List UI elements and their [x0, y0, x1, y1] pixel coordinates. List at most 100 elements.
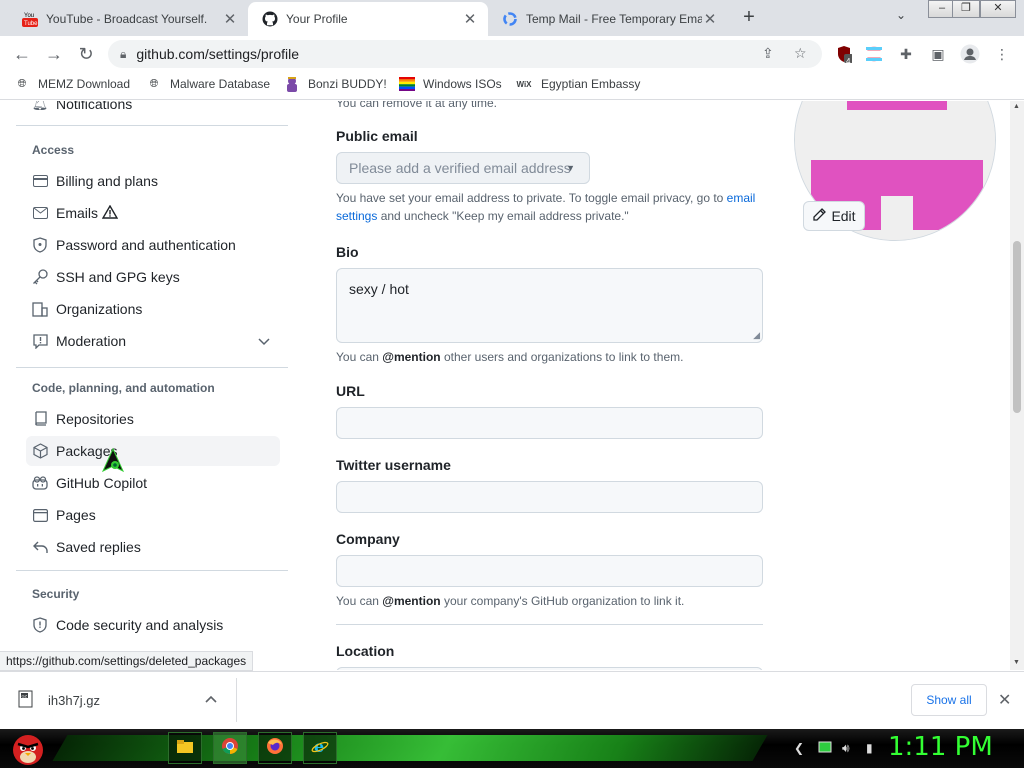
bookmark-star-icon[interactable]: ☆ [794, 45, 807, 62]
sidebar-item-password[interactable]: Password and authentication [26, 230, 280, 260]
sidebar-item-label: Repositories [56, 411, 134, 427]
show-all-button[interactable]: Show all [911, 684, 987, 716]
tab-close-icon[interactable]: ✕ [222, 10, 238, 28]
sidebar-item-label: Billing and plans [56, 173, 158, 189]
url-text: github.com/settings/profile [136, 46, 300, 62]
scroll-down-icon[interactable]: ▼ [1013, 659, 1020, 666]
public-email-select[interactable]: Please add a verified email address ▼ [336, 152, 590, 184]
section-heading-code-planning: Code, planning, and automation [32, 381, 215, 395]
scroll-up-icon[interactable]: ▲ [1013, 103, 1020, 110]
maximize-button[interactable]: ❐ [952, 0, 980, 18]
close-download-bar-icon[interactable]: ✕ [998, 690, 1011, 710]
tab-title: Your Profile [286, 12, 348, 26]
volume-icon[interactable]: 🔊︎ [842, 741, 850, 756]
sidebar-item-billing[interactable]: Billing and plans [26, 166, 280, 196]
bookmark-label: Bonzi BUDDY! [308, 77, 387, 91]
forward-button[interactable]: → [42, 42, 66, 66]
youtube-icon: You Tube [22, 11, 38, 27]
tab-youtube[interactable]: You Tube YouTube - Broadcast Yourself. ✕ [8, 2, 248, 36]
page-scrollbar[interactable]: ▲ ▼ [1010, 101, 1024, 670]
section-heading-access: Access [32, 143, 75, 157]
firefox-icon [266, 737, 284, 760]
resize-handle-icon[interactable]: ◢ [753, 330, 760, 341]
company-input[interactable] [336, 555, 763, 587]
globe-icon: 🌐︎ [149, 77, 159, 90]
extension-badge: 4 [846, 57, 851, 66]
taskbar-firefox-button[interactable] [258, 732, 292, 764]
tray-battery-icon[interactable] [818, 741, 832, 756]
address-bar[interactable]: 🔒︎ github.com/settings/profile ⇪ ☆ [108, 40, 822, 68]
tab-your-profile[interactable]: Your Profile ✕ [248, 2, 488, 36]
taskbar-clock[interactable]: 1:11 PM [888, 732, 993, 762]
start-button[interactable] [8, 729, 48, 768]
sidebar-item-saved-replies[interactable]: Saved replies [26, 532, 280, 562]
tab-search-icon[interactable]: ⌄ [896, 8, 906, 22]
sidebar-item-notifications[interactable]: 🔔︎ Notifications [26, 101, 280, 119]
sidebar-item-copilot[interactable]: GitHub Copilot [26, 468, 280, 498]
taskbar: e ❮ 🔊︎ ▮ 1:11 PM [0, 729, 1024, 768]
twitter-input[interactable] [336, 481, 763, 513]
section-heading-security: Security [32, 587, 80, 601]
bookmark-windows-isos[interactable]: Windows ISOs [399, 76, 502, 92]
side-panel-icon[interactable]: ▣ [928, 44, 948, 64]
reload-button[interactable]: ↻ [74, 42, 98, 66]
bookmark-bonzi[interactable]: Bonzi BUDDY! [284, 76, 387, 92]
taskbar-green-band [52, 735, 768, 761]
share-icon[interactable]: ⇪ [762, 45, 774, 62]
flag-extension-icon[interactable] [864, 44, 884, 64]
edit-avatar-button[interactable]: Edit [803, 201, 865, 231]
download-filename: ih3h7j.gz [48, 693, 101, 708]
sidebar-item-label: Moderation [56, 333, 127, 349]
bio-textarea[interactable]: sexy / hot ◢ [336, 268, 763, 343]
chevron-up-icon[interactable] [205, 692, 217, 706]
tray-chevron-icon[interactable]: ❮ [794, 741, 804, 755]
sidebar-item-label: Code security and analysis [56, 617, 224, 633]
taskbar-ie-button[interactable]: e [303, 732, 337, 764]
sidebar-item-label: Emails [56, 205, 99, 221]
bookmark-label: Egyptian Embassy [541, 77, 641, 91]
lock-icon: 🔒︎ [120, 46, 127, 61]
chevron-down-icon[interactable] [258, 333, 270, 349]
extensions-puzzle-icon[interactable]: ✚ [896, 44, 916, 64]
sidebar-item-repositories[interactable]: Repositories [26, 404, 280, 434]
close-window-button[interactable]: ✕ [980, 0, 1016, 18]
sidebar-item-organizations[interactable]: Organizations [26, 294, 280, 324]
avatar-remove-note: You can remove it at any time. [336, 101, 497, 110]
bookmark-egyptian-embassy[interactable]: WiX Egyptian Embassy [515, 76, 640, 92]
url-input[interactable] [336, 407, 763, 439]
bookmark-malware-database[interactable]: 🌐︎ Malware Database [146, 76, 270, 92]
location-input[interactable] [336, 667, 763, 670]
taskbar-chrome-button[interactable] [213, 732, 247, 764]
bonzi-icon [284, 76, 300, 92]
notification-icon[interactable]: ▮ [866, 741, 873, 755]
sidebar-item-moderation[interactable]: Moderation [26, 326, 280, 356]
status-url-bubble: https://github.com/settings/deleted_pack… [0, 651, 254, 671]
profile-avatar-icon[interactable] [960, 44, 980, 64]
report-icon [32, 333, 48, 349]
browser-toolbar: ← → ↻ 🔒︎ github.com/settings/profile ⇪ ☆… [0, 36, 1024, 72]
divider [236, 678, 237, 722]
ublock-icon[interactable] [834, 44, 854, 64]
sidebar-item-packages[interactable]: Packages [26, 436, 280, 466]
tab-temp-mail[interactable]: Temp Mail - Free Temporary Email ✕ [488, 2, 728, 36]
download-item[interactable]: GZ ih3h7j.gz [18, 690, 100, 711]
taskbar-explorer-button[interactable] [168, 732, 202, 764]
sidebar-item-emails[interactable]: Emails [26, 198, 280, 228]
sidebar-item-code-security[interactable]: Code security and analysis [26, 610, 280, 640]
alert-icon [101, 204, 119, 222]
new-tab-button[interactable]: + [738, 6, 760, 28]
sidebar-item-pages[interactable]: Pages [26, 500, 280, 530]
svg-text:Tube: Tube [24, 21, 38, 27]
sidebar-item-label: SSH and GPG keys [56, 269, 180, 285]
globe-icon: 🌐︎ [17, 77, 27, 90]
tab-close-icon[interactable]: ✕ [702, 10, 718, 28]
tab-close-icon[interactable]: ✕ [462, 10, 478, 28]
back-button[interactable]: ← [10, 42, 34, 66]
bookmark-memz[interactable]: 🌐︎ MEMZ Download [14, 76, 130, 92]
google-icon [502, 11, 518, 27]
sidebar-item-ssh-gpg[interactable]: SSH and GPG keys [26, 262, 280, 292]
url-label: URL [336, 383, 365, 399]
chrome-menu-icon[interactable]: ⋮ [992, 44, 1012, 64]
svg-text:GZ: GZ [22, 693, 28, 698]
scrollbar-thumb[interactable] [1013, 241, 1021, 413]
